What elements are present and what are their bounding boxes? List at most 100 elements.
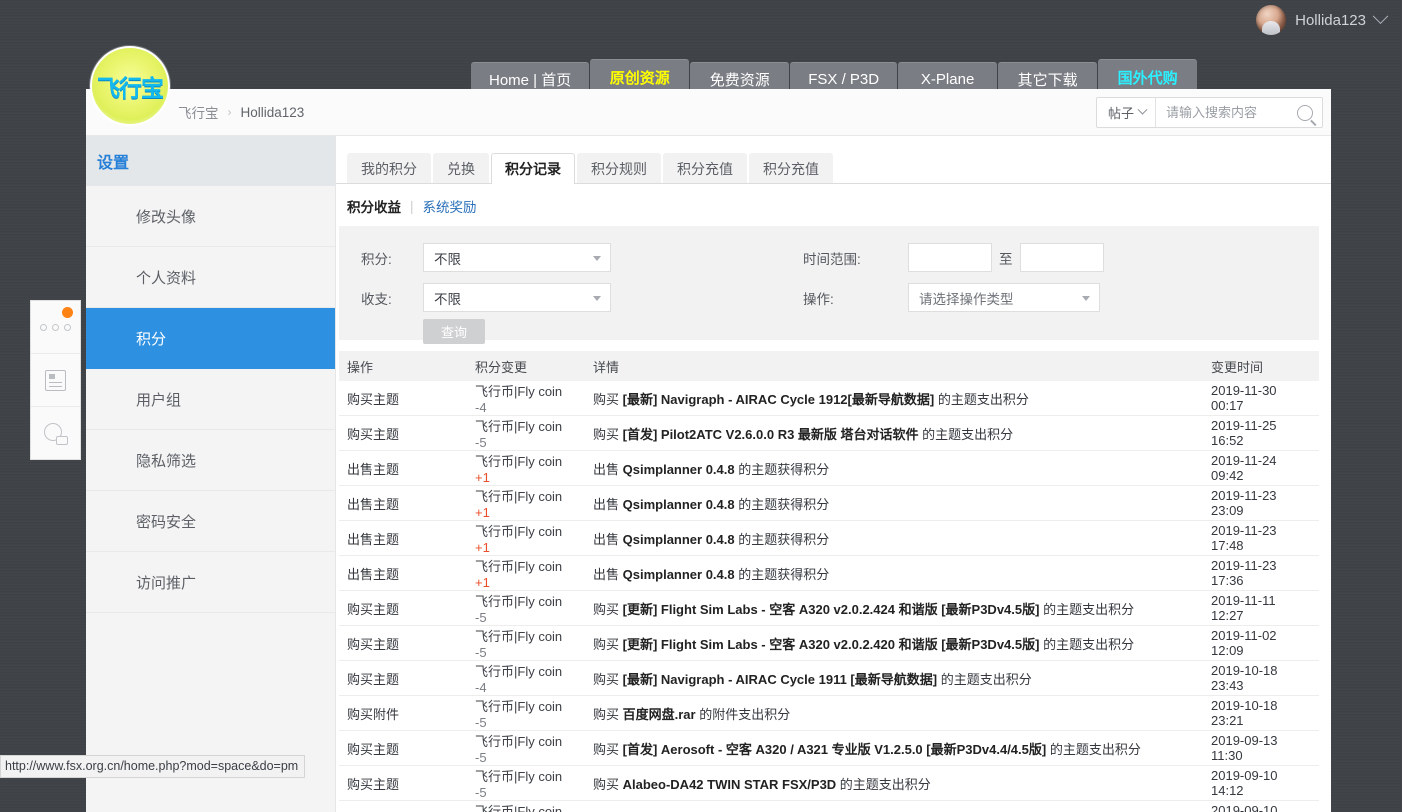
dots-menu-icon	[40, 323, 71, 331]
detail-prefix: 购买	[593, 391, 623, 407]
filter-balance-select[interactable]: 不限	[423, 283, 611, 312]
detail-item-link[interactable]: 百度网盘.rar	[623, 707, 696, 722]
cell-detail: 购买 [更新] Flight Sim Labs - 空客 A320 v2.0.2…	[585, 625, 1203, 661]
sidebar-item-usergroup[interactable]: 用户组	[86, 369, 335, 430]
search-button[interactable]	[1288, 98, 1322, 127]
sidebar-item-points[interactable]: 积分	[86, 308, 335, 369]
table-row: 购买主题飞行币|Fly coin -4购买 [首发] Alabeo - Cess…	[339, 800, 1319, 812]
detail-item-link[interactable]: [首发] Pilot2ATC V2.6.0.0 R3 最新版 塔台对话软件	[623, 427, 919, 442]
coin-label: 飞行币|Fly coin	[475, 454, 563, 469]
coin-label: 飞行币|Fly coin	[475, 559, 563, 574]
cell-operation: 购买主题	[339, 415, 467, 451]
breadcrumb-root[interactable]: 飞行宝	[178, 102, 219, 122]
sidebar-item-promotion[interactable]: 访问推广	[86, 552, 335, 613]
detail-item-link[interactable]: Qsimplanner 0.4.8	[623, 462, 735, 477]
avatar[interactable]	[1256, 5, 1287, 35]
detail-item-link[interactable]: Alabeo-DA42 TWIN STAR FSX/P3D	[623, 777, 837, 792]
cell-time: 2019-10-18 23:43	[1203, 660, 1319, 696]
settings-sidebar: 设置 修改头像 个人资料 积分 用户组 隐私筛选 密码安全 访问推广	[86, 136, 336, 812]
chevron-down-icon	[593, 256, 601, 261]
points-delta: -4	[475, 680, 487, 695]
detail-item-link[interactable]: Qsimplanner 0.4.8	[623, 497, 735, 512]
tab-my-points[interactable]: 我的积分	[347, 153, 431, 183]
coin-label: 飞行币|Fly coin	[475, 524, 563, 539]
filter-balance-value: 不限	[434, 291, 461, 307]
filter-operation-label: 操作:	[803, 291, 834, 307]
filter-timerange-label: 时间范围:	[803, 251, 861, 267]
detail-suffix: 的主题获得积分	[734, 496, 830, 512]
subnav-income[interactable]: 积分收益	[347, 196, 401, 216]
chevron-down-icon[interactable]	[1137, 104, 1148, 115]
page-header: 飞行宝 › Hollida123 帖子	[86, 89, 1331, 136]
cell-operation: 出售主题	[339, 485, 467, 521]
cell-detail: 出售 Qsimplanner 0.4.8 的主题获得积分	[585, 555, 1203, 591]
floating-menu-button[interactable]	[31, 301, 80, 354]
detail-item-link[interactable]: Qsimplanner 0.4.8	[623, 532, 735, 547]
floating-document-button[interactable]	[31, 354, 80, 407]
cell-detail: 购买 百度网盘.rar 的附件支出积分	[585, 695, 1203, 731]
cell-time: 2019-11-11 12:27	[1203, 590, 1319, 626]
cell-operation: 购买主题	[339, 590, 467, 626]
detail-item-link[interactable]: [更新] Flight Sim Labs - 空客 A320 v2.0.2.42…	[623, 637, 1040, 652]
points-tabs[interactable]: 我的积分 兑换 积分记录 积分规则 积分充值 积分充值	[336, 136, 1331, 184]
tab-points-recharge-1[interactable]: 积分充值	[663, 153, 747, 183]
detail-item-link[interactable]: [最新] Navigraph - AIRAC Cycle 1911 [最新导航数…	[623, 672, 937, 687]
detail-prefix: 购买	[593, 636, 623, 652]
filter-submit-button[interactable]: 查询	[423, 319, 485, 344]
detail-suffix: 的主题获得积分	[734, 531, 830, 547]
site-logo[interactable]: 飞行宝	[90, 46, 170, 126]
detail-suffix: 的主题支出积分	[1046, 741, 1141, 757]
cell-points-change: 飞行币|Fly coin -5	[467, 695, 585, 731]
search-scope-select[interactable]: 帖子	[1097, 98, 1156, 127]
page-container: 飞行宝 › Hollida123 帖子 设置 修改头像 个人资料	[86, 89, 1331, 812]
search-input[interactable]	[1156, 98, 1288, 127]
table-row: 出售主题 飞行币|Fly coin +1 出售 Qsimplanner 0.4.8 …	[339, 450, 1319, 486]
detail-suffix: 的主题获得积分	[734, 566, 830, 582]
detail-item-link[interactable]: Qsimplanner 0.4.8	[623, 567, 735, 582]
tab-points-recharge-2[interactable]: 积分充值	[749, 153, 833, 183]
points-subnav[interactable]: 积分收益 | 系统奖励	[336, 184, 1331, 226]
cell-detail: 购买 Alabeo-DA42 TWIN STAR FSX/P3D 的主题支出积分	[585, 765, 1203, 801]
table-head: 操作 积分变更 详情 变更时间	[339, 351, 1319, 381]
sidebar-item-profile[interactable]: 个人资料	[86, 247, 335, 308]
points-delta: -5	[475, 435, 487, 450]
detail-item-link[interactable]: [首发] Aerosoft - 空客 A320 / A321 专业版 V1.2.…	[623, 742, 1047, 757]
floating-chat-button[interactable]	[31, 407, 80, 460]
filter-date-to-input[interactable]	[1019, 243, 1104, 272]
table-header-row: 操作 积分变更 详情 变更时间	[339, 351, 1319, 381]
status-bar-url: http://www.fsx.org.cn/home.php?mod=space…	[0, 755, 306, 778]
user-menu[interactable]: Hollida123	[1256, 0, 1402, 40]
sidebar-item-avatar[interactable]: 修改头像	[86, 186, 335, 247]
detail-suffix: 的附件支出积分	[695, 706, 791, 722]
subnav-system-reward[interactable]: 系统奖励	[423, 196, 477, 216]
coin-label: 飞行币|Fly coin	[475, 734, 563, 749]
sidebar-item-privacy[interactable]: 隐私筛选	[86, 430, 335, 491]
tab-exchange[interactable]: 兑换	[433, 153, 489, 183]
sidebar-item-password-security[interactable]: 密码安全	[86, 491, 335, 552]
detail-prefix: 购买	[593, 601, 623, 617]
detail-suffix: 的主题支出积分	[1039, 636, 1135, 652]
filter-date-from-input[interactable]	[908, 243, 992, 272]
coin-label: 飞行币|Fly coin	[475, 489, 563, 504]
search-box[interactable]: 帖子	[1095, 97, 1323, 128]
breadcrumb-current: Hollida123	[240, 104, 305, 120]
detail-item-link[interactable]: [最新] Navigraph - AIRAC Cycle 1912[最新导航数据…	[623, 392, 935, 407]
chat-bubble-icon	[43, 422, 68, 445]
username-label: Hollida123	[1295, 11, 1366, 29]
filter-points-select[interactable]: 不限	[423, 243, 611, 272]
cell-time: 2019-10-18 23:21	[1203, 695, 1319, 731]
chevron-down-icon[interactable]	[1372, 7, 1389, 24]
cell-points-change: 飞行币|Fly coin -5	[467, 625, 585, 661]
points-delta: -5	[475, 645, 487, 660]
detail-prefix: 购买	[593, 776, 623, 792]
tab-points-log[interactable]: 积分记录	[491, 153, 575, 184]
floating-toolbar[interactable]	[30, 300, 81, 460]
notification-badge-icon	[62, 307, 73, 318]
cell-time: 2019-11-24 09:42	[1203, 450, 1319, 486]
cell-points-change: 飞行币|Fly coin -4	[467, 381, 585, 416]
filter-operation-select[interactable]: 请选择操作类型	[908, 283, 1100, 312]
tab-points-rules[interactable]: 积分规则	[577, 153, 661, 183]
detail-item-link[interactable]: [更新] Flight Sim Labs - 空客 A320 v2.0.2.42…	[623, 602, 1040, 617]
detail-prefix: 出售	[593, 566, 623, 582]
sidebar-title: 设置	[86, 136, 335, 186]
